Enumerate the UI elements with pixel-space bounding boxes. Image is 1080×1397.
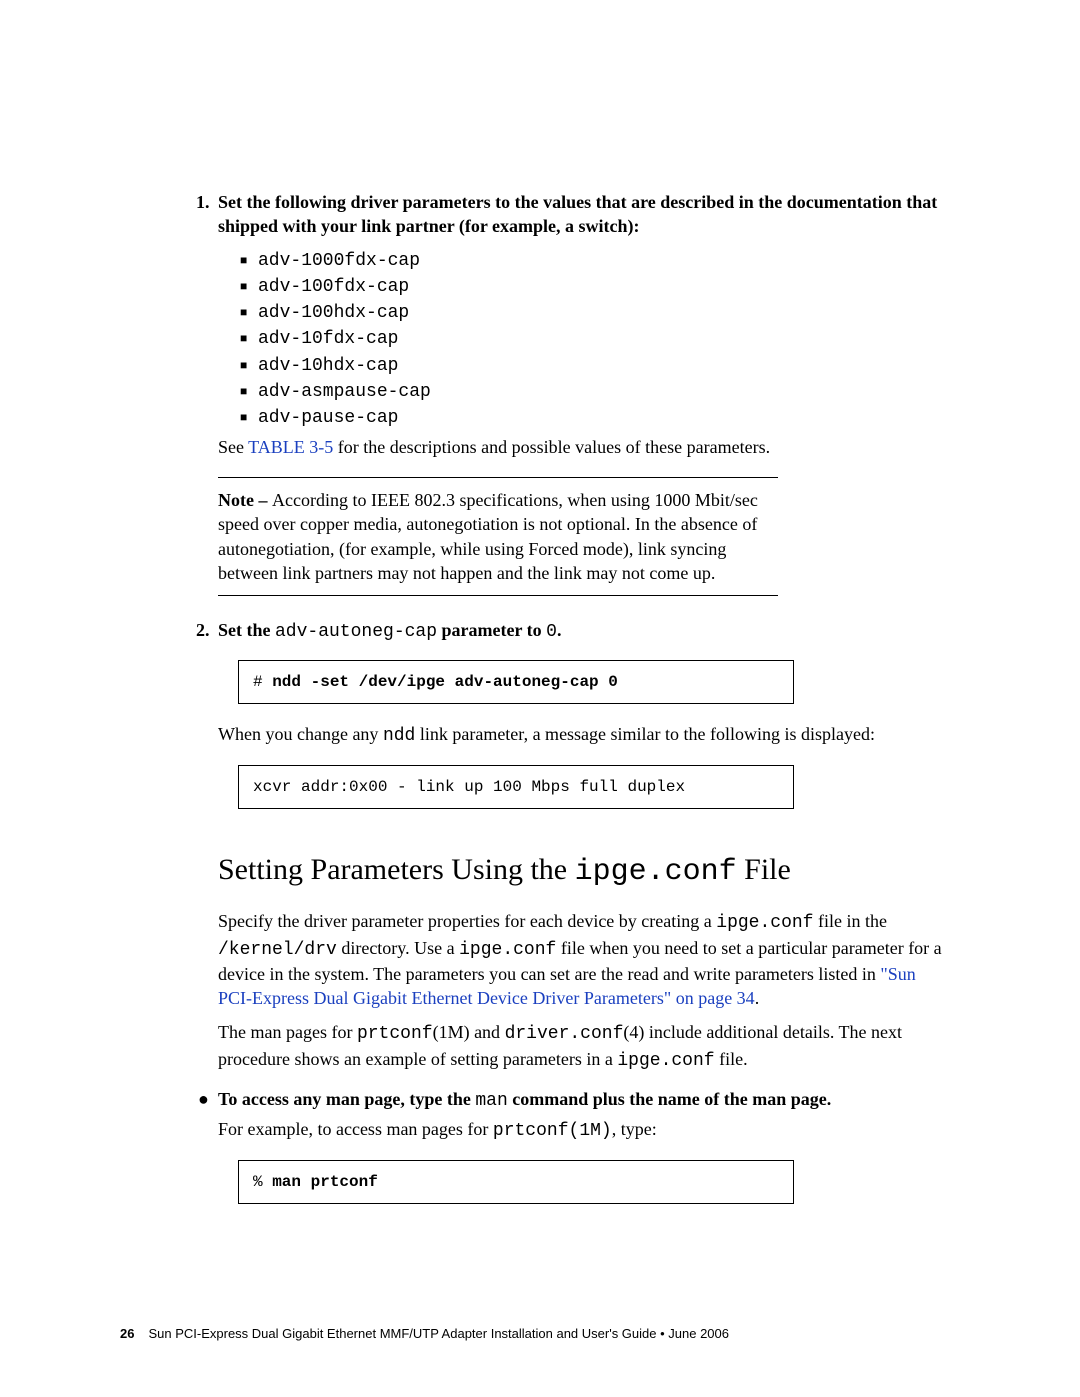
inline-code: ipge.conf: [575, 855, 737, 889]
page-number: 26: [120, 1326, 134, 1341]
inline-code: driver.conf: [505, 1024, 624, 1044]
inline-code: prtconf(1M): [493, 1121, 612, 1141]
param-code: adv-1000fdx-cap: [258, 251, 420, 271]
command-box: % man prtconf: [238, 1160, 794, 1204]
section-p1: Specify the driver parameter properties …: [218, 909, 950, 1010]
see-line: See TABLE 3-5 for the descriptions and p…: [218, 435, 950, 459]
step-1-lead: Set the following driver parameters to t…: [218, 192, 937, 236]
param-code: adv-pause-cap: [258, 408, 398, 428]
see-pre: See: [218, 437, 248, 457]
command-text: man prtconf: [272, 1173, 378, 1191]
output-box: xcvr addr:0x00 - link up 100 Mbps full d…: [238, 765, 794, 809]
procedure-bullet: ●To access any man page, type the man co…: [198, 1087, 950, 1113]
section-heading: Setting Parameters Using the ipge.conf F…: [218, 851, 950, 892]
list-item: adv-10fdx-cap: [240, 325, 950, 351]
bullet-body: For example, to access man pages for prt…: [218, 1117, 950, 1143]
page-footer: 26 Sun PCI-Express Dual Gigabit Ethernet …: [120, 1326, 729, 1341]
step-2-after: When you change any ndd link parameter, …: [218, 722, 950, 748]
note-label: Note –: [218, 490, 272, 510]
document-page: 1.Set the following driver parameters to…: [0, 0, 1080, 1397]
inline-code: prtconf: [357, 1024, 433, 1044]
see-post: for the descriptions and possible values…: [333, 437, 770, 457]
inline-code: ipge.conf: [459, 940, 556, 960]
inline-code: ipge.conf: [617, 1051, 714, 1071]
command-box: # ndd -set /dev/ipge adv-autoneg-cap 0: [238, 660, 794, 704]
inline-code: /kernel/drv: [218, 940, 337, 960]
inline-code: ipge.conf: [716, 913, 813, 933]
inline-code: ndd: [383, 726, 415, 746]
shell-prompt: #: [253, 673, 272, 691]
list-item: adv-asmpause-cap: [240, 378, 950, 404]
note-text: According to IEEE 802.3 specifications, …: [218, 490, 758, 583]
step-number: 2.: [196, 618, 218, 642]
command-text: ndd -set /dev/ipge adv-autoneg-cap 0: [272, 673, 618, 691]
list-item: adv-100hdx-cap: [240, 299, 950, 325]
param-code: adv-100fdx-cap: [258, 277, 409, 297]
shell-prompt: %: [253, 1173, 272, 1191]
section-p2: The man pages for prtconf(1M) and driver…: [218, 1020, 950, 1073]
output-text: xcvr addr:0x00 - link up 100 Mbps full d…: [253, 778, 685, 796]
inline-code: adv-autoneg-cap: [275, 622, 437, 642]
footer-text: Sun PCI-Express Dual Gigabit Ethernet MM…: [148, 1326, 729, 1341]
step-2-lead: Set the adv-autoneg-cap parameter to 0.: [218, 620, 561, 640]
step-2: 2.Set the adv-autoneg-cap parameter to 0…: [218, 618, 950, 644]
list-item: adv-pause-cap: [240, 404, 950, 430]
note-box: Note – According to IEEE 802.3 specifica…: [218, 477, 778, 596]
list-item: adv-100fdx-cap: [240, 273, 950, 299]
bullet-icon: ●: [198, 1087, 218, 1111]
param-code: adv-100hdx-cap: [258, 303, 409, 323]
table-reference-link[interactable]: TABLE 3-5: [248, 437, 333, 457]
param-code: adv-10fdx-cap: [258, 329, 398, 349]
step-number: 1.: [196, 190, 218, 214]
inline-code: 0: [546, 622, 557, 642]
step-1: 1.Set the following driver parameters to…: [218, 190, 950, 239]
param-code: adv-10hdx-cap: [258, 356, 398, 376]
bullet-lead-text: To access any man page, type the man com…: [218, 1089, 831, 1109]
param-code: adv-asmpause-cap: [258, 382, 431, 402]
inline-code: man: [475, 1091, 507, 1111]
parameter-list: adv-1000fdx-cap adv-100fdx-cap adv-100hd…: [240, 247, 950, 431]
list-item: adv-1000fdx-cap: [240, 247, 950, 273]
list-item: adv-10hdx-cap: [240, 352, 950, 378]
